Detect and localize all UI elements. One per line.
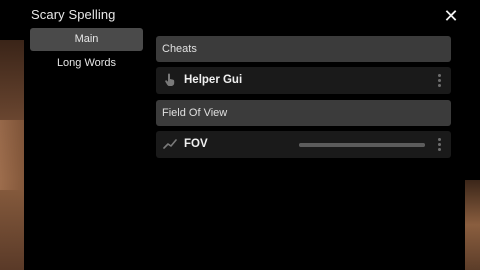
section-header-cheats: Cheats: [156, 36, 451, 62]
section-header-field-of-view: Field Of View: [156, 100, 451, 126]
fov-label: FOV: [184, 138, 208, 150]
trend-line-icon: [163, 137, 177, 151]
pointer-hand-icon: [163, 73, 177, 87]
fov-slider[interactable]: [299, 143, 425, 147]
helper-gui-button[interactable]: Helper Gui: [156, 67, 451, 94]
more-options-icon[interactable]: [437, 73, 443, 88]
more-options-icon[interactable]: [437, 137, 443, 152]
helper-gui-label: Helper Gui: [184, 74, 243, 86]
sidebar-item-main[interactable]: Main: [30, 28, 143, 51]
fov-row: FOV: [156, 131, 451, 158]
sidebar-item-long-words[interactable]: Long Words: [30, 52, 143, 75]
fov-slider-fill: [299, 143, 425, 147]
close-icon[interactable]: ✕: [440, 5, 462, 27]
window-title: Scary Spelling: [31, 7, 116, 22]
